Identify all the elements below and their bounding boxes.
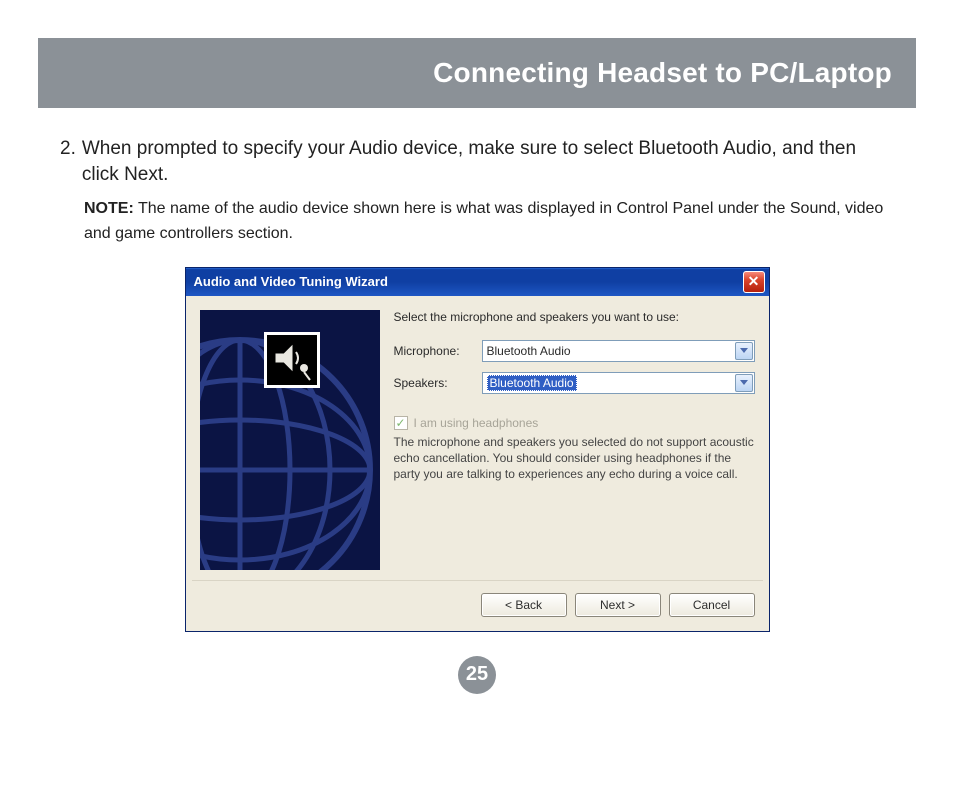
step-block: 2. When prompted to specify your Audio d…: [60, 136, 894, 247]
speakers-label: Speakers:: [394, 376, 472, 390]
note-text: The name of the audio device shown here …: [84, 200, 883, 242]
page-number-badge: 25: [458, 656, 496, 694]
close-icon: ✕: [748, 273, 760, 289]
dialog-button-row: < Back Next > Cancel: [186, 581, 769, 631]
page-header: Connecting Headset to PC/Laptop: [38, 38, 916, 108]
dialog-content: Select the microphone and speakers you w…: [394, 310, 755, 570]
wizard-dialog: Audio and Video Tuning Wizard ✕: [185, 267, 770, 632]
echo-warning-text: The microphone and speakers you selected…: [394, 434, 755, 483]
back-button[interactable]: < Back: [481, 593, 567, 617]
headphones-checkbox: ✓: [394, 416, 408, 430]
next-button[interactable]: Next >: [575, 593, 661, 617]
note-block: NOTE: The name of the audio device shown…: [84, 197, 894, 247]
step-number: 2.: [60, 136, 76, 187]
page-title: Connecting Headset to PC/Laptop: [433, 57, 892, 89]
cancel-button[interactable]: Cancel: [669, 593, 755, 617]
chevron-down-icon[interactable]: [735, 374, 753, 392]
dialog-titlebar[interactable]: Audio and Video Tuning Wizard ✕: [186, 268, 769, 296]
speakers-select[interactable]: Bluetooth Audio: [482, 372, 755, 394]
note-label: NOTE:: [84, 200, 134, 217]
speaker-microphone-icon: [264, 332, 320, 388]
microphone-row: Microphone: Bluetooth Audio: [394, 340, 755, 362]
page-number: 25: [466, 663, 488, 686]
speakers-row: Speakers: Bluetooth Audio: [394, 372, 755, 394]
checkmark-icon: ✓: [395, 417, 405, 429]
dialog-title: Audio and Video Tuning Wizard: [194, 274, 743, 289]
chevron-down-icon[interactable]: [735, 342, 753, 360]
microphone-select[interactable]: Bluetooth Audio: [482, 340, 755, 362]
step-text: When prompted to specify your Audio devi…: [82, 136, 894, 187]
headphones-checkbox-row: ✓ I am using headphones: [394, 416, 755, 430]
microphone-label: Microphone:: [394, 344, 472, 358]
step-line: 2. When prompted to specify your Audio d…: [60, 136, 894, 187]
wizard-side-graphic: [200, 310, 380, 570]
headphones-checkbox-label: I am using headphones: [414, 416, 539, 430]
speakers-value: Bluetooth Audio: [487, 375, 577, 391]
microphone-value: Bluetooth Audio: [487, 344, 571, 358]
close-button[interactable]: ✕: [743, 271, 765, 293]
dialog-instruction: Select the microphone and speakers you w…: [394, 310, 755, 324]
